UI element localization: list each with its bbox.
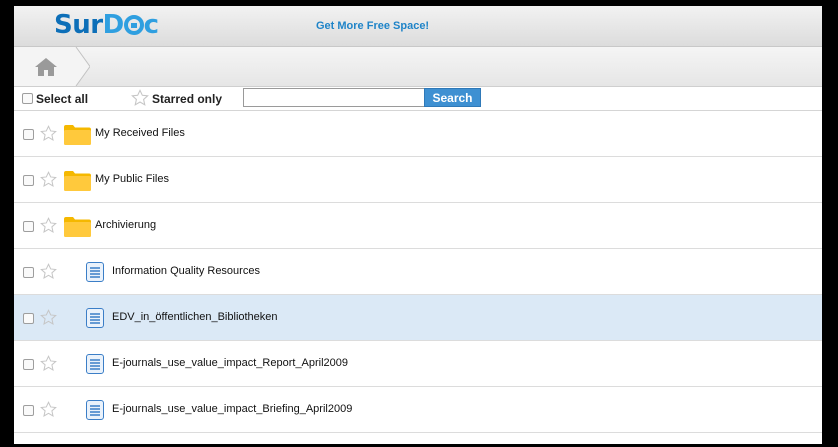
select-all-label: Select all	[36, 92, 89, 106]
document-icon	[86, 400, 104, 423]
star-icon[interactable]	[40, 263, 57, 283]
document-icon	[86, 308, 104, 331]
folder-icon	[64, 171, 91, 194]
folder-icon	[64, 217, 91, 240]
row-checkbox[interactable]	[23, 221, 34, 232]
list-item[interactable]: Archivierung	[14, 203, 822, 249]
logo-text-prefix: Sur	[54, 10, 103, 40]
star-icon[interactable]	[40, 125, 57, 145]
select-all-checkbox[interactable]	[22, 93, 33, 104]
row-checkbox[interactable]	[23, 405, 34, 416]
folder-icon	[64, 125, 91, 148]
list-item[interactable]: My Public Files	[14, 157, 822, 203]
surdoc-logo[interactable]: SurD c	[54, 10, 159, 40]
row-checkbox[interactable]	[23, 175, 34, 186]
surdoc-window: SurD c Get More Free Space! Select all St…	[14, 6, 822, 444]
list-item[interactable]: E-journals_use_value_impact_Briefing_Apr…	[14, 387, 822, 433]
search-input[interactable]	[243, 88, 425, 107]
breadcrumb	[14, 47, 822, 87]
row-checkbox[interactable]	[23, 359, 34, 370]
file-name[interactable]: EDV_in_öffentlichen_Bibliotheken	[112, 311, 278, 323]
file-list: My Received Files My Public Files Archivie…	[14, 111, 822, 433]
file-name[interactable]: Information Quality Resources	[112, 265, 260, 277]
row-checkbox[interactable]	[23, 129, 34, 140]
star-icon[interactable]	[131, 89, 149, 107]
cloud-lock-icon	[123, 15, 144, 35]
row-checkbox[interactable]	[23, 313, 34, 324]
header-bar: SurD c Get More Free Space!	[14, 6, 822, 47]
logo-text-suffix: c	[143, 10, 159, 40]
list-item[interactable]: My Received Files	[14, 111, 822, 157]
star-icon[interactable]	[40, 309, 57, 329]
file-name[interactable]: My Public Files	[95, 173, 169, 185]
list-item[interactable]: EDV_in_öffentlichen_Bibliotheken	[14, 295, 822, 341]
document-icon	[86, 354, 104, 377]
star-icon[interactable]	[40, 401, 57, 421]
file-name[interactable]: E-journals_use_value_impact_Report_April…	[112, 357, 348, 369]
star-icon[interactable]	[40, 217, 57, 237]
get-more-space-link[interactable]: Get More Free Space!	[316, 20, 429, 32]
list-item[interactable]: E-journals_use_value_impact_Report_April…	[14, 341, 822, 387]
search-button[interactable]: Search	[424, 88, 481, 107]
document-icon	[86, 262, 104, 285]
file-name[interactable]: My Received Files	[95, 127, 185, 139]
file-name[interactable]: E-journals_use_value_impact_Briefing_Apr…	[112, 403, 352, 415]
starred-only-label[interactable]: Starred only	[152, 92, 222, 106]
list-toolbar: Select all Starred only Search	[14, 87, 822, 111]
star-icon[interactable]	[40, 171, 57, 191]
row-checkbox[interactable]	[23, 267, 34, 278]
breadcrumb-home[interactable]	[14, 47, 90, 86]
star-icon[interactable]	[40, 355, 57, 375]
list-item[interactable]: Information Quality Resources	[14, 249, 822, 295]
file-name[interactable]: Archivierung	[95, 219, 156, 231]
logo-text-accent: D	[102, 10, 125, 40]
